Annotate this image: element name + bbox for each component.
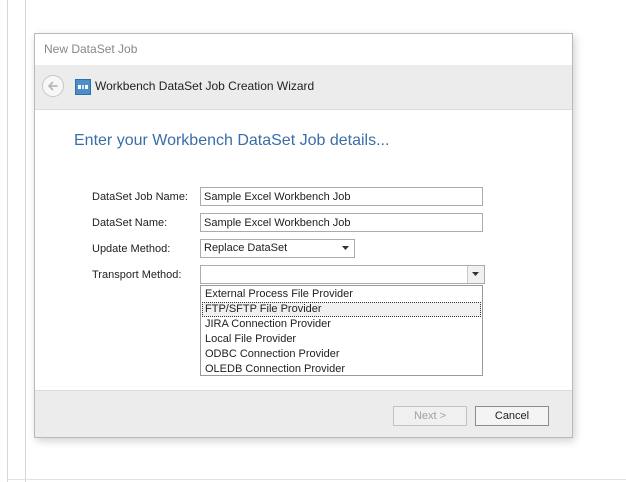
job-name-input[interactable] [200, 187, 483, 206]
update-method-select[interactable]: Replace DataSet [200, 239, 355, 258]
wizard-title: Workbench DataSet Job Creation Wizard [95, 79, 315, 93]
dropdown-option[interactable]: External Process File Provider [202, 287, 481, 302]
back-button[interactable] [42, 75, 64, 97]
dataset-name-input[interactable] [200, 213, 483, 232]
dropdown-option-hovered[interactable]: FTP/SFTP File Provider [202, 302, 481, 317]
job-name-label: DataSet Job Name: [92, 191, 188, 203]
dropdown-option[interactable]: ODBC Connection Provider [202, 347, 481, 362]
dialog-footer: Next > Cancel [35, 390, 572, 437]
page-heading: Enter your Workbench DataSet Job details… [74, 132, 390, 149]
background-bottom-divider [7, 479, 626, 480]
cancel-button[interactable]: Cancel [475, 406, 549, 426]
update-method-value: Replace DataSet [204, 242, 288, 254]
wizard-header: Workbench DataSet Job Creation Wizard [35, 65, 572, 110]
dropdown-option[interactable]: JIRA Connection Provider [202, 317, 481, 332]
background-divider-left [7, 0, 8, 482]
new-dataset-job-dialog: New DataSet Job Workbench DataSet Job Cr… [34, 33, 573, 438]
chevron-down-icon[interactable] [338, 240, 354, 257]
dialog-titlebar[interactable]: New DataSet Job [35, 34, 572, 64]
chevron-down-icon[interactable] [467, 266, 484, 283]
update-method-label: Update Method: [92, 243, 171, 255]
dropdown-option[interactable]: Local File Provider [202, 332, 481, 347]
dataset-wizard-icon [75, 79, 91, 95]
background-divider-right [25, 0, 26, 482]
next-button[interactable]: Next > [393, 406, 467, 426]
transport-method-select[interactable] [200, 265, 485, 284]
dialog-title: New DataSet Job [44, 42, 138, 56]
arrow-left-icon [48, 81, 58, 91]
transport-method-label: Transport Method: [92, 269, 182, 281]
transport-method-dropdown: External Process File Provider FTP/SFTP … [200, 285, 483, 376]
dataset-name-label: DataSet Name: [92, 217, 168, 229]
dropdown-option[interactable]: OLEDB Connection Provider [202, 362, 481, 377]
